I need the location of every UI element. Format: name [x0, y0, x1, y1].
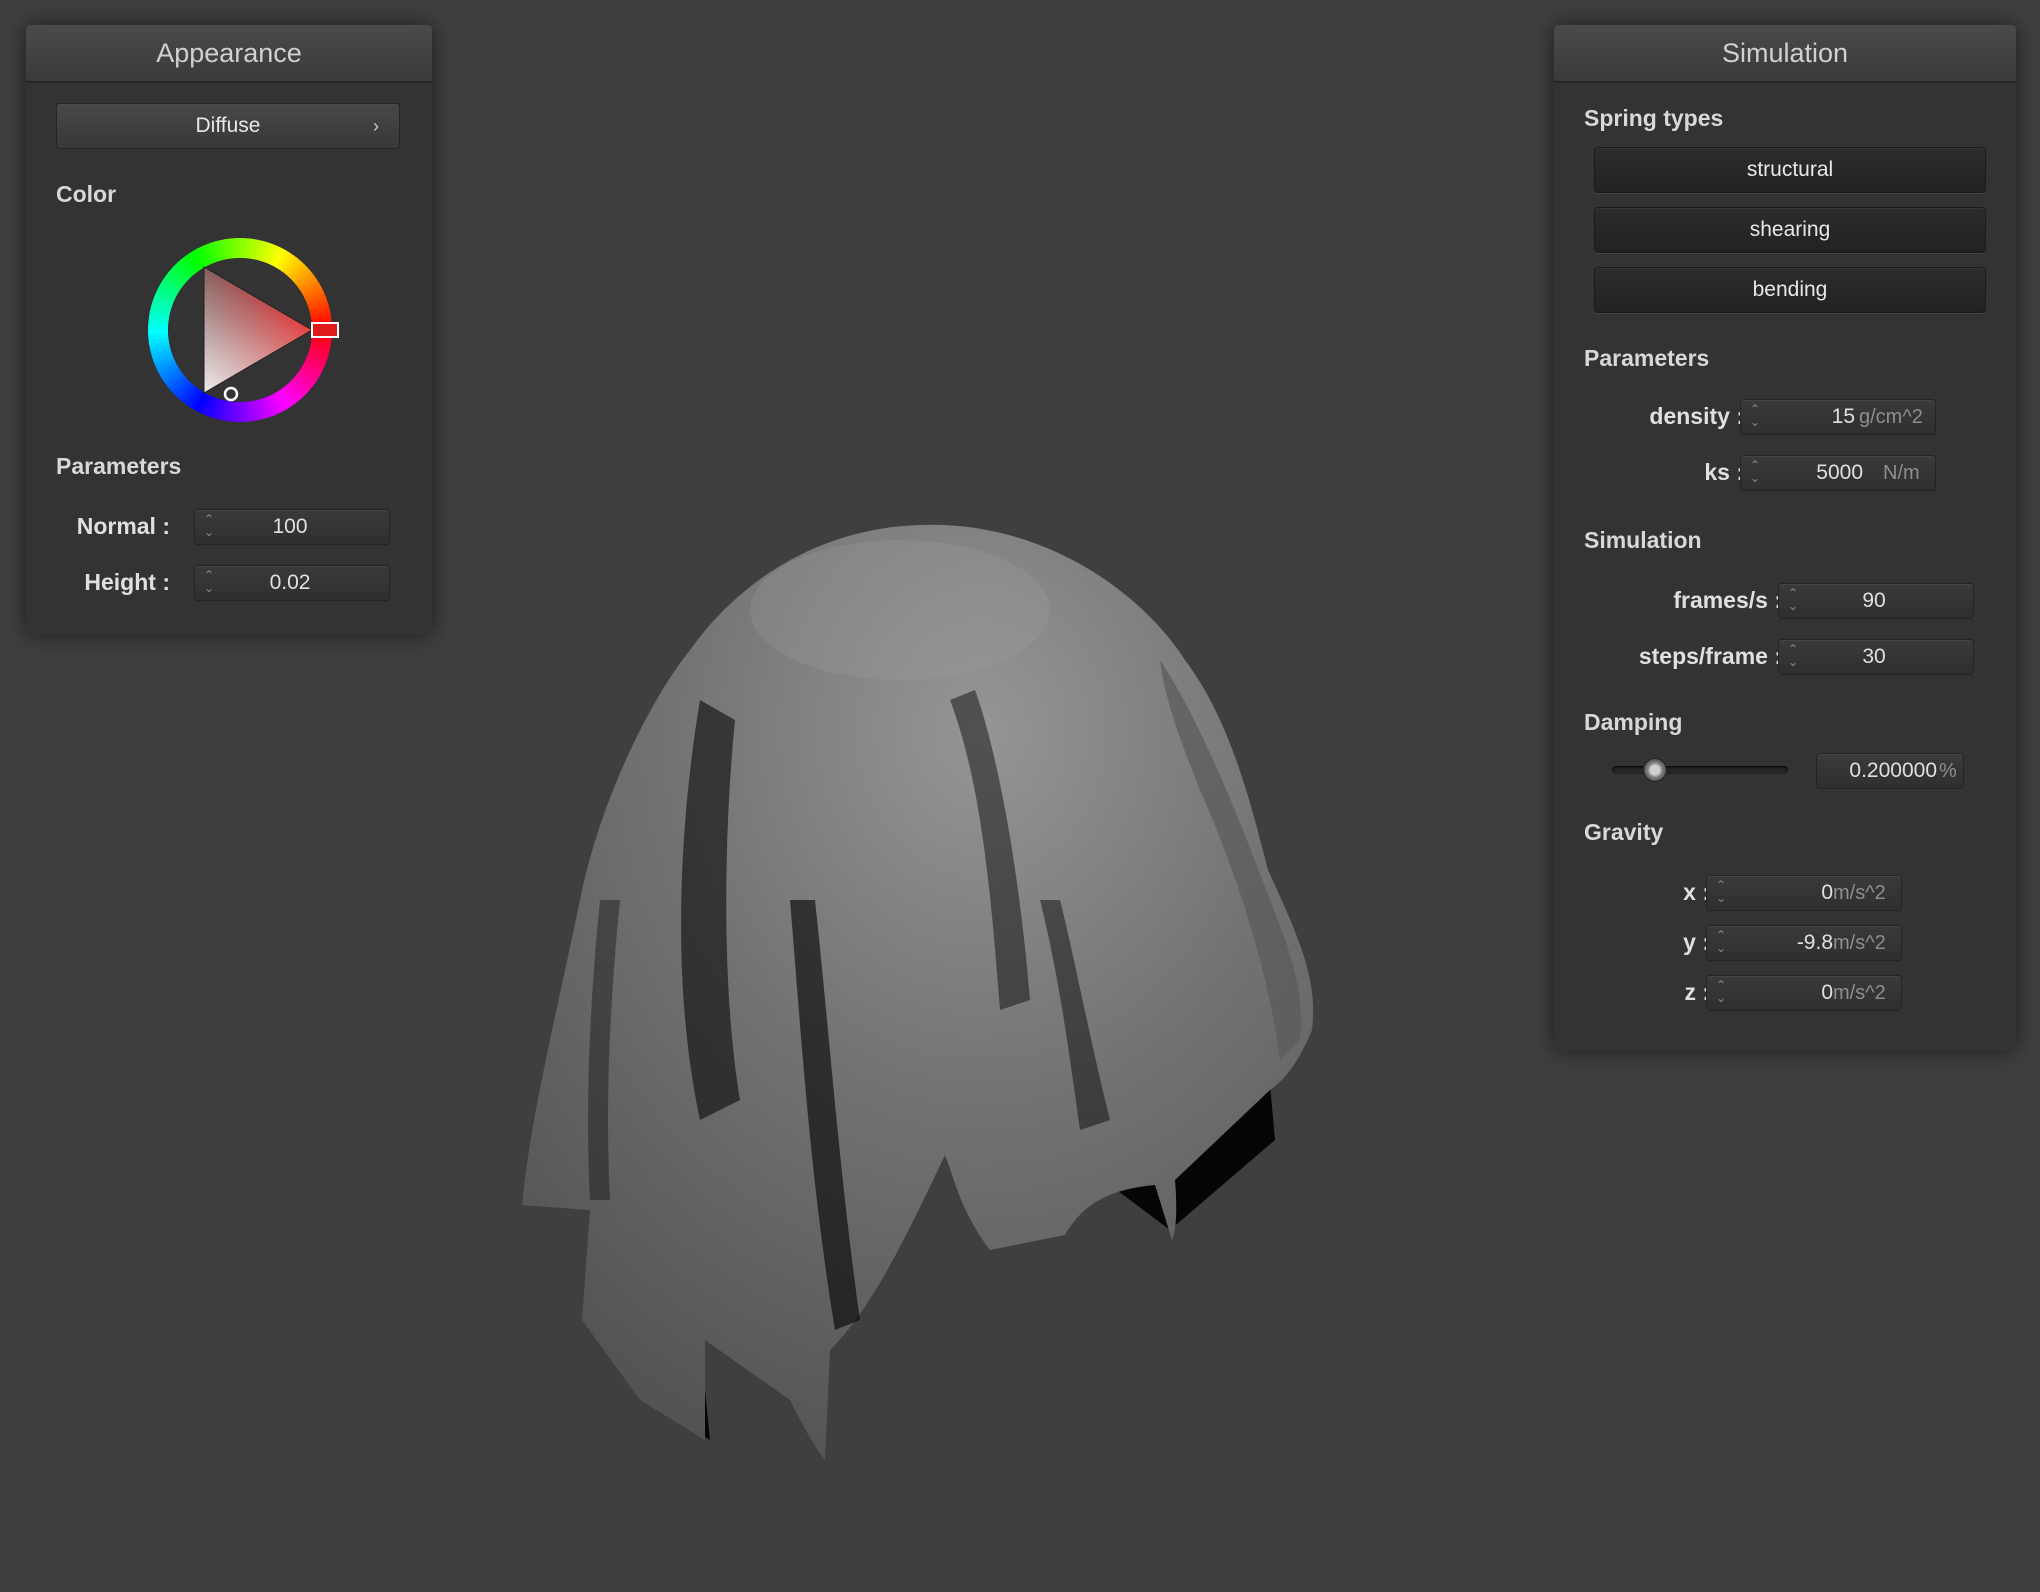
bending-button[interactable]: bending [1594, 267, 1986, 313]
color-label: Color [56, 181, 117, 207]
spin-arrows-icon[interactable]: ⌃ ⌄ [1715, 979, 1727, 1007]
gravity-y-value: -9.8 [1796, 931, 1833, 954]
damping-slider[interactable] [1612, 758, 1788, 782]
gravity-y-spinbox[interactable]: ⌃ ⌄ -9.8 m/s^2 [1706, 925, 1902, 961]
shearing-button[interactable]: shearing [1594, 207, 1986, 253]
material-select-value: Diffuse [195, 114, 261, 137]
steps-spinbox[interactable]: ⌃ ⌄ 30 [1778, 639, 1974, 675]
fps-spinbox[interactable]: ⌃ ⌄ 90 [1778, 583, 1974, 619]
gravity-x-label: x : [1683, 879, 1710, 905]
material-select[interactable]: Diffuse › [56, 103, 400, 149]
spin-arrows-icon[interactable]: ⌃ ⌄ [1749, 403, 1761, 431]
fps-label: frames/s : [1673, 587, 1782, 613]
normal-value: 100 [272, 515, 308, 538]
simulation-section-label: Simulation [1584, 527, 1702, 553]
spin-arrows-icon[interactable]: ⌃ ⌄ [1715, 929, 1727, 957]
spin-arrows-icon[interactable]: ⌃ ⌄ [1787, 643, 1799, 671]
gravity-z-value: 0 [1821, 981, 1833, 1004]
gravity-x-unit: m/s^2 [1833, 882, 1886, 904]
spin-arrows-icon[interactable]: ⌃ ⌄ [203, 513, 215, 541]
fps-value: 90 [1862, 589, 1886, 612]
steps-label: steps/frame : [1638, 643, 1782, 669]
normal-spinbox[interactable]: ⌃ ⌄ 100 [194, 509, 390, 545]
hue-handle [311, 322, 339, 338]
gravity-z-label: z : [1684, 979, 1710, 1005]
appearance-parameters-label: Parameters [56, 453, 182, 479]
height-value: 0.02 [269, 571, 311, 594]
spin-arrows-icon[interactable]: ⌃ ⌄ [1715, 879, 1727, 907]
spin-arrows-icon[interactable]: ⌃ ⌄ [1749, 459, 1761, 487]
damping-field[interactable]: 0.200000 % [1816, 753, 1964, 789]
spin-arrows-icon[interactable]: ⌃ ⌄ [203, 569, 215, 597]
cloth-mesh [522, 524, 1314, 1460]
slider-handle[interactable] [1642, 758, 1667, 782]
damping-value: 0.200000 [1849, 759, 1937, 782]
density-label: density : [1649, 403, 1744, 429]
color-wheel[interactable] [140, 230, 340, 430]
simulation-panel: Simulation Spring types structural shear… [1554, 25, 2016, 1051]
simulation-panel-title: Simulation [1554, 25, 2016, 83]
gravity-x-value: 0 [1821, 881, 1833, 904]
spring-types-label: Spring types [1584, 105, 1724, 131]
normal-label: Normal : [76, 513, 170, 539]
steps-value: 30 [1862, 645, 1886, 668]
slider-track [1612, 766, 1788, 774]
gravity-z-spinbox[interactable]: ⌃ ⌄ 0 m/s^2 [1706, 975, 1902, 1011]
structural-button[interactable]: structural [1594, 147, 1986, 193]
appearance-panel-title: Appearance [26, 25, 432, 83]
density-unit: g/cm^2 [1859, 406, 1923, 428]
density-value: 15 [1831, 405, 1855, 428]
gravity-z-unit: m/s^2 [1833, 982, 1886, 1004]
ks-unit: N/m [1883, 462, 1920, 484]
gravity-label: Gravity [1584, 819, 1664, 845]
ks-value: 5000 [1816, 461, 1863, 484]
height-label: Height : [84, 569, 170, 595]
ks-spinbox[interactable]: ⌃ ⌄ 5000 N/m [1740, 455, 1936, 491]
appearance-panel: Appearance Diffuse › Color Parameters No… [26, 25, 432, 635]
ks-label: ks : [1704, 459, 1744, 485]
height-spinbox[interactable]: ⌃ ⌄ 0.02 [194, 565, 390, 601]
spin-arrows-icon[interactable]: ⌃ ⌄ [1787, 587, 1799, 615]
chevron-right-icon: › [373, 116, 379, 136]
gravity-y-label: y : [1683, 929, 1710, 955]
gravity-x-spinbox[interactable]: ⌃ ⌄ 0 m/s^2 [1706, 875, 1902, 911]
sim-parameters-label: Parameters [1584, 345, 1710, 371]
damping-unit: % [1939, 760, 1957, 782]
density-spinbox[interactable]: ⌃ ⌄ 15 g/cm^2 [1740, 399, 1936, 435]
damping-label: Damping [1584, 709, 1683, 735]
gravity-y-unit: m/s^2 [1833, 932, 1886, 954]
